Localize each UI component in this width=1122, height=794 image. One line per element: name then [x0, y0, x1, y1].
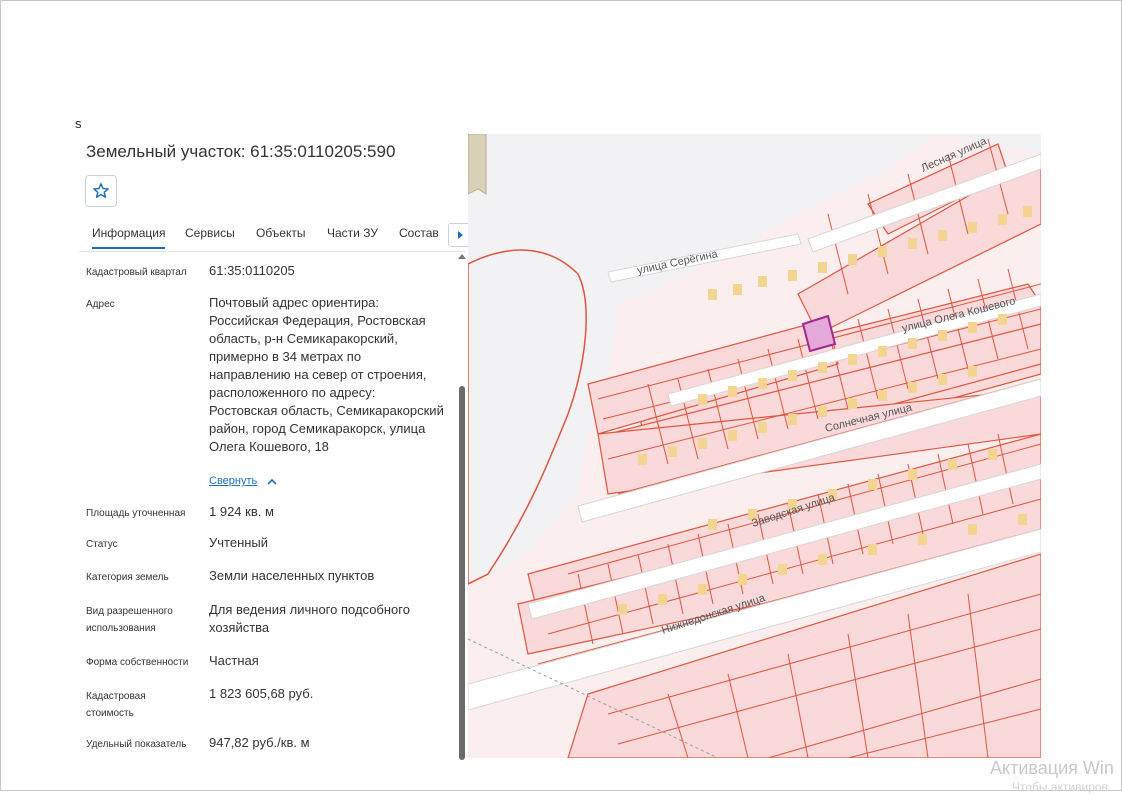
- specific-value: 947,82 руб./кв. м: [209, 735, 310, 750]
- use-label: Вид разрешенного использования: [86, 606, 173, 634]
- tab-objects[interactable]: Объекты: [256, 226, 306, 240]
- address-label: Адрес: [86, 299, 115, 310]
- tab-info[interactable]: Информация: [92, 226, 166, 249]
- tab-services[interactable]: Сервисы: [185, 226, 235, 240]
- status-label: Статус: [86, 539, 118, 550]
- favorite-button[interactable]: [85, 175, 117, 207]
- quarter-value: 61:35:0110205: [209, 263, 295, 278]
- chevron-up-icon: [267, 478, 277, 485]
- collapse-link[interactable]: Свернуть: [209, 475, 257, 487]
- quarter-label: Кадастровый квартал: [86, 267, 187, 278]
- info-panel: Земельный участок: 61:35:0110205:590 Инф…: [72, 134, 468, 760]
- cost-label: Кадастровая стоимость: [86, 691, 146, 719]
- panel-scrollbar[interactable]: [457, 252, 467, 760]
- ownership-value: Частная: [209, 653, 259, 668]
- tab-bar: Информация Сервисы Объекты Части ЗУ Сост…: [79, 220, 468, 252]
- activation-watermark-subtext: Чтобы активиров: [1012, 780, 1108, 794]
- scroll-up-arrow[interactable]: [458, 254, 466, 259]
- activation-watermark: Активация Win: [990, 758, 1114, 778]
- cost-value: 1 823 605,68 руб.: [209, 686, 314, 701]
- chevron-right-icon: [458, 231, 463, 239]
- address-value: Почтовый адрес ориентира: Российская Фед…: [209, 295, 444, 454]
- tab-parts[interactable]: Части ЗУ: [327, 226, 378, 240]
- tab-composition[interactable]: Состав: [399, 226, 439, 240]
- status-value: Учтенный: [209, 535, 269, 550]
- category-value: Земли населенных пунктов: [209, 568, 375, 583]
- specific-label: Удельный показатель: [86, 739, 187, 750]
- star-icon: [93, 183, 109, 199]
- river-bank: [468, 134, 487, 195]
- category-label: Категория земель: [86, 572, 169, 583]
- page-marker: s: [75, 116, 82, 131]
- selected-parcel[interactable]: [801, 314, 837, 353]
- cadastral-map[interactable]: улица Серёгина Лесная улица улица Олега …: [468, 134, 1041, 758]
- use-value: Для ведения личного подсобного хозяйства: [209, 602, 410, 635]
- area-value: 1 924 кв. м: [209, 504, 274, 519]
- scroll-thumb[interactable]: [459, 386, 465, 760]
- ownership-label: Форма собственности: [86, 657, 189, 668]
- tabs-next-button[interactable]: [448, 223, 468, 247]
- area-label: Площадь уточненная: [86, 508, 186, 519]
- page-title: Земельный участок: 61:35:0110205:590: [86, 142, 396, 161]
